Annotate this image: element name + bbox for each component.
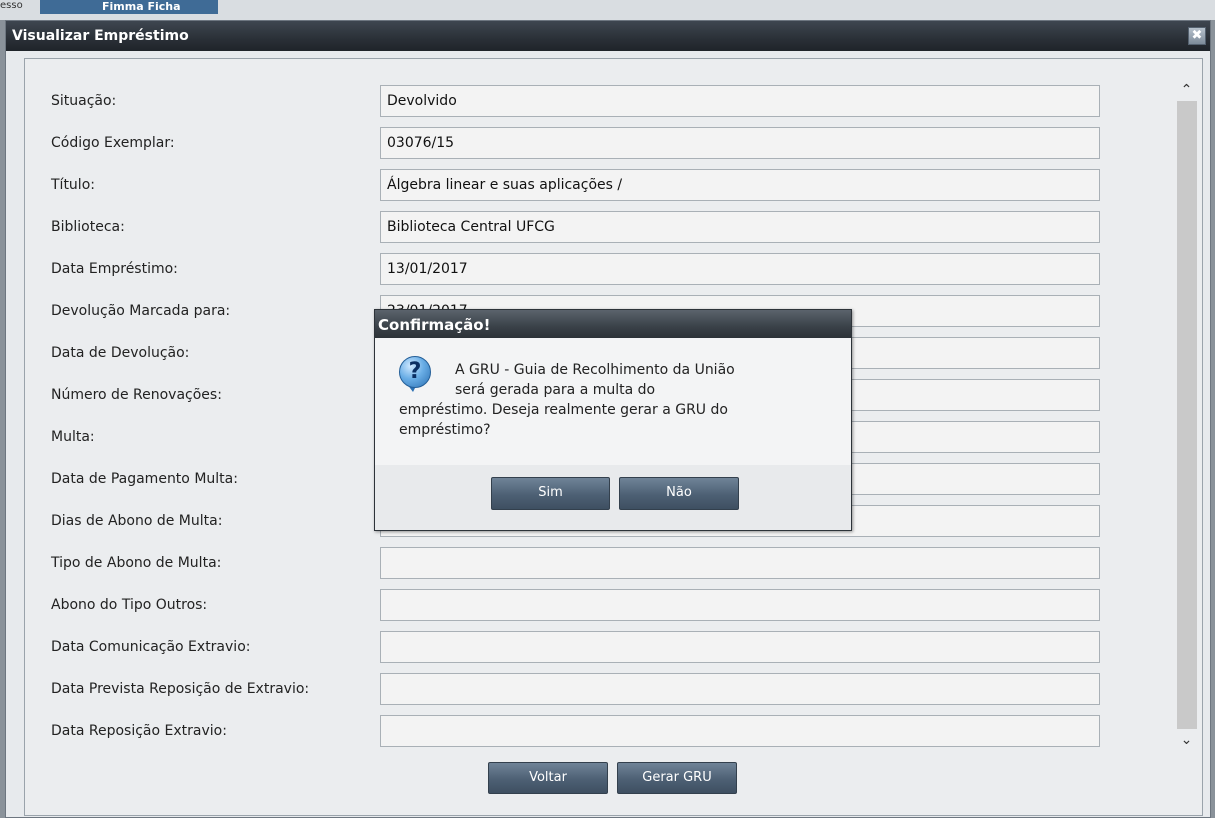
- voltar-button[interactable]: Voltar: [488, 762, 608, 794]
- scroll-thumb[interactable]: [1177, 101, 1197, 729]
- label-numero-renovacoes: Número de Renovações:: [51, 387, 222, 403]
- background-tab[interactable]: Fimma Ficha: [40, 0, 218, 14]
- confirmation-dialog: Confirmação! ? A GRU - Guia de Recolhime…: [374, 309, 852, 531]
- label-situacao: Situação:: [51, 93, 117, 109]
- dialog-message-line2: será gerada para a multa do: [455, 382, 656, 398]
- label-data-emprestimo: Data Empréstimo:: [51, 261, 178, 277]
- label-tipo-abono-multa: Tipo de Abono de Multa:: [51, 555, 222, 571]
- nao-button[interactable]: Não: [619, 477, 739, 510]
- field-situacao[interactable]: Devolvido: [380, 85, 1100, 117]
- gerar-gru-button[interactable]: Gerar GRU: [617, 762, 737, 794]
- field-titulo[interactable]: Álgebra linear e suas aplicações /: [380, 169, 1100, 201]
- label-data-pagamento-multa: Data de Pagamento Multa:: [51, 471, 238, 487]
- dialog-title: Confirmação!: [375, 310, 851, 338]
- dialog-message: A GRU - Guia de Recolhimento da União se…: [399, 360, 839, 440]
- field-data-reposicao-extravio[interactable]: [380, 715, 1100, 747]
- dialog-message-line3: empréstimo. Deseja realmente gerar a GRU…: [399, 402, 728, 418]
- field-data-comunicacao-extravio[interactable]: [380, 631, 1100, 663]
- dialog-message-line1: A GRU - Guia de Recolhimento da União: [455, 362, 735, 378]
- field-tipo-abono-multa[interactable]: [380, 547, 1100, 579]
- vertical-scrollbar[interactable]: ⌃ ⌄: [1173, 59, 1200, 815]
- label-dias-abono-multa: Dias de Abono de Multa:: [51, 513, 223, 529]
- window-title: Visualizar Empréstimo: [12, 28, 189, 44]
- background-tab-prefix: esso: [0, 0, 23, 11]
- dialog-body: ? A GRU - Guia de Recolhimento da União …: [375, 338, 851, 465]
- field-abono-tipo-outros[interactable]: [380, 589, 1100, 621]
- label-codigo-exemplar: Código Exemplar:: [51, 135, 175, 151]
- field-data-prevista-reposicao[interactable]: [380, 673, 1100, 705]
- label-biblioteca: Biblioteca:: [51, 219, 125, 235]
- label-data-devolucao: Data de Devolução:: [51, 345, 190, 361]
- dialog-message-line4: empréstimo?: [399, 422, 491, 438]
- scroll-up-icon[interactable]: ⌃: [1173, 77, 1200, 103]
- background-app-strip: esso Fimma Ficha: [0, 0, 1215, 20]
- close-icon[interactable]: ✖: [1188, 27, 1206, 45]
- scroll-down-icon[interactable]: ⌄: [1173, 727, 1200, 753]
- field-codigo-exemplar[interactable]: 03076/15: [380, 127, 1100, 159]
- label-titulo: Título:: [51, 177, 95, 193]
- label-multa: Multa:: [51, 429, 95, 445]
- label-devolucao-marcada: Devolução Marcada para:: [51, 303, 231, 319]
- window-titlebar: Visualizar Empréstimo ✖: [6, 21, 1210, 51]
- label-data-prevista-reposicao: Data Prevista Reposição de Extravio:: [51, 681, 310, 697]
- label-abono-tipo-outros: Abono do Tipo Outros:: [51, 597, 208, 613]
- field-biblioteca[interactable]: Biblioteca Central UFCG: [380, 211, 1100, 243]
- sim-button[interactable]: Sim: [491, 477, 610, 510]
- dialog-footer: Sim Não: [375, 465, 851, 530]
- label-data-reposicao-extravio: Data Reposição Extravio:: [51, 723, 227, 739]
- field-data-emprestimo[interactable]: 13/01/2017: [380, 253, 1100, 285]
- label-data-comunicacao-extravio: Data Comunicação Extravio:: [51, 639, 251, 655]
